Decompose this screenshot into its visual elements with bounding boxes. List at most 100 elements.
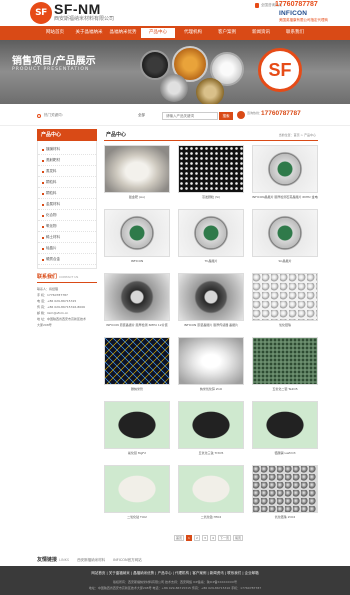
product-card[interactable]: 氧化锆珠: [252, 273, 318, 333]
product-image[interactable]: [178, 401, 244, 449]
hotline-number: 17760787787: [261, 110, 301, 117]
product-card[interactable]: 五氧化二钽 Ta2O5: [252, 337, 318, 397]
search-input[interactable]: [162, 112, 218, 120]
product-card[interactable]: 蒸发颗粒 (Si): [178, 145, 244, 205]
page-link[interactable]: 1: [186, 535, 193, 541]
breadcrumb[interactable]: 当前位置：首页 > 产品中心: [279, 133, 316, 137]
contact-title: 联系我们 CONTACT US: [37, 273, 97, 283]
product-caption[interactable]: INFICON 原装晶振片 膜厚传感器 晶振片: [178, 323, 244, 327]
product-image[interactable]: [252, 273, 318, 321]
product-caption[interactable]: SC晶振片: [252, 259, 318, 263]
banner-disc-image: [160, 74, 188, 102]
page-link[interactable]: 尾页: [233, 535, 244, 541]
product-image[interactable]: [104, 401, 170, 449]
product-card[interactable]: INFICON: [104, 209, 170, 269]
product-image[interactable]: [104, 465, 170, 513]
product-caption[interactable]: INFICON 原装晶振片 膜厚检测 6MHz 12片装: [104, 323, 170, 327]
product-card[interactable]: 二氧化铪 HfO2: [178, 465, 244, 525]
page-link[interactable]: 3: [202, 535, 209, 541]
nav-item[interactable]: 联系我们: [278, 26, 312, 40]
sidebar-item[interactable]: 颗粒料: [38, 177, 96, 188]
product-image[interactable]: [252, 465, 318, 513]
nav-item[interactable]: 关于晶福纳米: [72, 26, 106, 40]
product-card[interactable]: 二氧化钛 TiO2: [104, 465, 170, 525]
header-contact: 全国咨询热线 17760787787 INFICON 美国英福康有限公司指定代理…: [255, 1, 350, 26]
pagination: 首页 1 2 3 4 下一页 尾页: [174, 535, 244, 541]
sidebar-item[interactable]: 氧化物: [38, 221, 96, 232]
sidebar-item[interactable]: 硬质合金: [38, 254, 96, 265]
product-caption[interactable]: 二氧化铪 HfO2: [178, 515, 244, 519]
page-link[interactable]: 首页: [174, 535, 185, 541]
contact-box: 联系我们 CONTACT US 联系人：蒋经理手 机：17760787787 电 话…: [37, 273, 97, 328]
product-image[interactable]: [178, 273, 244, 321]
product-card[interactable]: TC晶振片: [178, 209, 244, 269]
sidebar-item[interactable]: 蒸发料: [38, 166, 96, 177]
product-caption[interactable]: 氟化镁 MgF2: [104, 451, 170, 455]
page-link[interactable]: 下一页: [218, 535, 232, 541]
site-footer: 网站首页 | 关于晶福纳米 | 晶福纳米优势 | 产品中心 | 代理机构 | 客…: [0, 566, 350, 595]
product-image[interactable]: [178, 465, 244, 513]
product-caption[interactable]: 二氧化钛 TiO2: [104, 515, 170, 519]
product-image[interactable]: [104, 337, 170, 385]
product-image[interactable]: [104, 145, 170, 193]
product-card[interactable]: 碳纳米管: [104, 337, 170, 397]
product-caption[interactable]: 五氧化二钽 Ta2O5: [252, 387, 318, 391]
product-card[interactable]: INFICON晶振片 膜厚检测石英晶振片 6MHz 金电极: [252, 145, 318, 205]
product-card[interactable]: INFICON 原装晶振片 膜厚传感器 晶振片: [178, 273, 244, 333]
hotline-icon: [237, 111, 245, 119]
search-icon: [37, 114, 41, 118]
product-card[interactable]: SC晶振片: [252, 209, 318, 269]
sidebar-item[interactable]: 颗粒料: [38, 188, 96, 199]
product-caption[interactable]: TC晶振片: [178, 259, 244, 263]
nav-item[interactable]: 新闻资讯: [244, 26, 278, 40]
product-card[interactable]: INFICON 原装晶振片 膜厚检测 6MHz 12片装: [104, 273, 170, 333]
product-caption[interactable]: 镀金靶 (Au): [104, 195, 170, 199]
page-link[interactable]: 2: [194, 535, 201, 541]
product-caption[interactable]: INFICON晶振片 膜厚检测石英晶振片 6MHz 金电极: [252, 195, 318, 199]
nav-item[interactable]: 产品中心: [141, 28, 175, 38]
product-image[interactable]: [104, 209, 170, 257]
sidebar-item[interactable]: 化合物: [38, 210, 96, 221]
sidebar-item[interactable]: 溅射靶材: [38, 155, 96, 166]
product-caption[interactable]: 氧化锆珠: [252, 323, 318, 327]
product-caption[interactable]: 锆酸镧 LaZrO3: [252, 451, 318, 455]
nav-item[interactable]: 网站首页: [38, 26, 72, 40]
product-card[interactable]: 五氧化三钛 Ti3O5: [178, 401, 244, 461]
search-button[interactable]: 搜索: [219, 112, 233, 120]
product-card[interactable]: 纳米氧化锌 ZnO: [178, 337, 244, 397]
product-image[interactable]: [252, 145, 318, 193]
page-link[interactable]: 4: [210, 535, 217, 541]
product-caption[interactable]: 蒸发颗粒 (Si): [178, 195, 244, 199]
partner-logo[interactable]: INFICON: [279, 10, 307, 17]
footer-nav[interactable]: 网站首页 | 关于晶福纳米 | 晶福纳米优势 | 产品中心 | 代理机构 | 客…: [0, 566, 350, 576]
product-card[interactable]: 锆酸镧 LaZrO3: [252, 401, 318, 461]
nav-item[interactable]: 代理机构: [176, 26, 210, 40]
product-caption[interactable]: 五氧化三钛 Ti3O5: [178, 451, 244, 455]
product-image[interactable]: [178, 337, 244, 385]
product-caption[interactable]: 氧化锆珠 ZrO2: [252, 515, 318, 519]
friend-link[interactable]: INFICON官方网站: [113, 558, 142, 562]
friend-link[interactable]: 西安斯福纳米材料: [77, 558, 105, 562]
sidebar-item[interactable]: 硅晶片: [38, 243, 96, 254]
product-image[interactable]: [178, 145, 244, 193]
sidebar-item[interactable]: 镀膜材料: [38, 144, 96, 155]
product-card[interactable]: 镀金靶 (Au): [104, 145, 170, 205]
product-image[interactable]: [252, 401, 318, 449]
product-caption[interactable]: 碳纳米管: [104, 387, 170, 391]
sidebar-item[interactable]: 金属材料: [38, 199, 96, 210]
product-image[interactable]: [104, 273, 170, 321]
banner-powder-image: [196, 78, 224, 104]
product-caption[interactable]: 纳米氧化锌 ZnO: [178, 387, 244, 391]
product-card[interactable]: 氟化镁 MgF2: [104, 401, 170, 461]
product-caption[interactable]: INFICON: [104, 259, 170, 263]
logo-mark[interactable]: SF: [30, 2, 52, 24]
product-card[interactable]: 氧化锆珠 ZrO2: [252, 465, 318, 525]
search-category-select[interactable]: 全部: [138, 113, 145, 118]
product-image[interactable]: [252, 209, 318, 257]
sidebar-item[interactable]: 稀土材料: [38, 232, 96, 243]
nav-item[interactable]: 客户案例: [210, 26, 244, 40]
nav-item[interactable]: 晶福纳米优势: [106, 26, 140, 40]
product-image[interactable]: [178, 209, 244, 257]
product-image[interactable]: [252, 337, 318, 385]
logo-text[interactable]: SF-NM: [54, 2, 101, 16]
